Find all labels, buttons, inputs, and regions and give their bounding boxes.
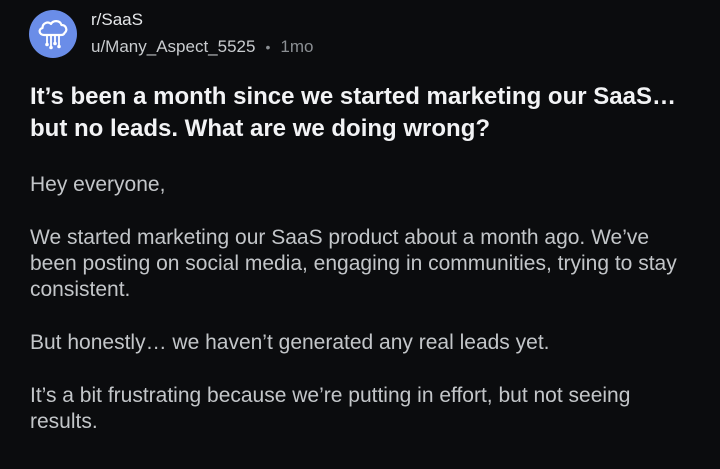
post-card: r/SaaS u/Many_Aspect_5525 • 1mo It’s bee… — [0, 0, 720, 469]
post-age: 1mo — [280, 37, 314, 56]
body-paragraph: It’s a bit frustrating because we’re put… — [30, 384, 631, 433]
meta-separator: • — [265, 39, 271, 55]
body-paragraph: We started marketing our SaaS product ab… — [30, 226, 677, 301]
cloud-circuit-icon — [38, 19, 68, 49]
author-line: u/Many_Aspect_5525 • 1mo — [91, 36, 313, 58]
subreddit-avatar[interactable] — [29, 9, 77, 58]
post-body: Hey everyone, We started marketing our S… — [30, 172, 700, 462]
body-paragraph: But honestly… we haven’t generated any r… — [30, 331, 550, 354]
body-paragraph: Hey everyone, — [30, 173, 166, 196]
post-meta: r/SaaS u/Many_Aspect_5525 • 1mo — [91, 9, 313, 58]
post-header: r/SaaS u/Many_Aspect_5525 • 1mo — [29, 9, 313, 58]
author-name[interactable]: u/Many_Aspect_5525 — [91, 36, 255, 58]
subreddit-name[interactable]: r/SaaS — [91, 9, 313, 31]
post-title[interactable]: It’s been a month since we started marke… — [30, 81, 690, 145]
